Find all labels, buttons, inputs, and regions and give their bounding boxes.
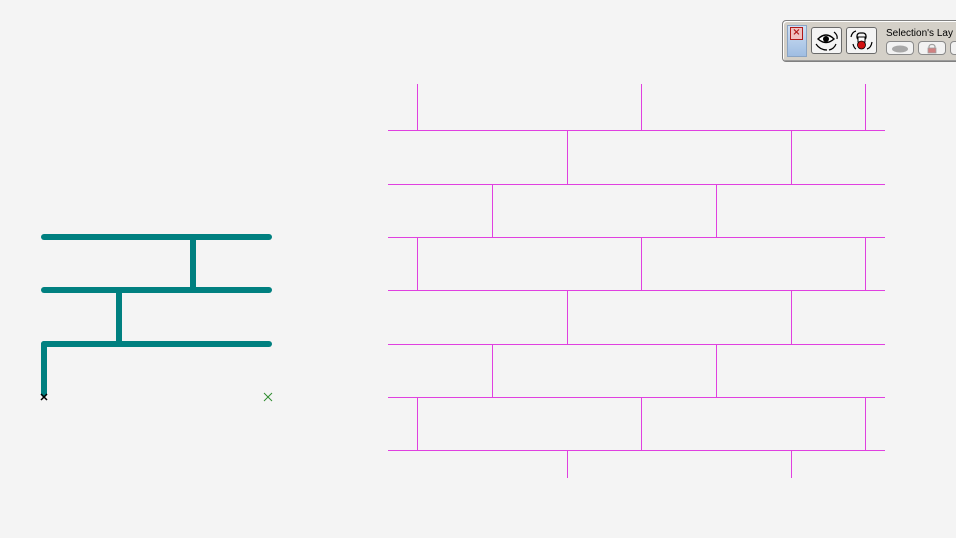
toggle-lock-button[interactable] bbox=[846, 27, 877, 54]
layer-option-button[interactable] bbox=[950, 41, 956, 55]
close-icon[interactable]: × bbox=[790, 27, 803, 40]
visibility-button[interactable] bbox=[886, 41, 914, 55]
teal-wall-drawing[interactable] bbox=[41, 234, 272, 397]
selection-layer-palette[interactable]: × Selection's Lay bbox=[782, 20, 956, 62]
palette-title: Selection's Lay bbox=[886, 28, 953, 39]
end-point-marker[interactable] bbox=[263, 392, 273, 402]
lock-icon bbox=[927, 43, 937, 54]
lock-cycle-icon bbox=[850, 30, 873, 50]
toggle-view-button[interactable] bbox=[811, 27, 842, 54]
brick-hatch-pattern[interactable] bbox=[388, 84, 885, 478]
eye-cycle-icon bbox=[815, 31, 838, 51]
eye-icon bbox=[892, 45, 908, 53]
lock-button[interactable] bbox=[918, 41, 946, 55]
drawing-canvas[interactable] bbox=[0, 0, 956, 538]
